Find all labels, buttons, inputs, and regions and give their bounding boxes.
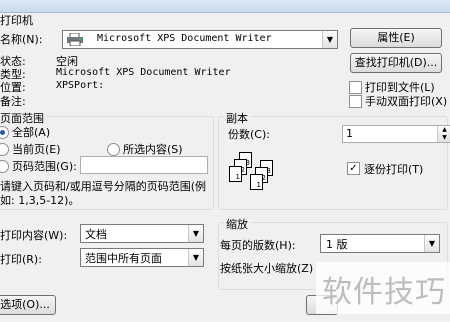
- page-numbers-label: 页码范围(G):: [12, 160, 77, 173]
- chevron-down-icon: ▼: [322, 31, 337, 48]
- chevron-down-icon: ▼: [424, 235, 439, 252]
- properties-button[interactable]: 属性(E): [350, 28, 442, 48]
- pages-per-sheet-select[interactable]: 1 版 ▼: [320, 234, 440, 253]
- printer-icon: [67, 32, 83, 47]
- printer-section-title: 打印机: [0, 14, 33, 27]
- collate-pages-icon: 3 2 1 3 2 1: [229, 152, 273, 194]
- find-printer-button[interactable]: 查找打印机(D)...: [350, 53, 442, 73]
- comment-label: 备注:: [0, 95, 26, 108]
- scale-to-paper-label: 按纸张大小缩放(Z): [220, 262, 314, 275]
- chevron-down-icon: ▼: [188, 249, 203, 266]
- print-label: 打印(R):: [0, 253, 42, 266]
- print-what-label: 打印内容(W):: [0, 229, 68, 242]
- title-bar: [0, 0, 450, 13]
- page-range-hint-line2: 如: 1,3,5-12)。: [0, 194, 80, 207]
- selection-label: 所选内容(S): [123, 143, 183, 156]
- pages-per-sheet-label: 每页的版数(H):: [220, 239, 296, 252]
- printer-name-label: 名称(N):: [0, 33, 43, 46]
- collate-label: 逐份打印(T): [364, 163, 424, 176]
- pages-per-sheet-value: 1 版: [326, 238, 348, 251]
- print-what-select[interactable]: 文档 ▼: [80, 224, 204, 243]
- copies-count-label: 份数(C):: [228, 128, 270, 141]
- print-select[interactable]: 范围中所有页面 ▼: [80, 248, 204, 267]
- all-pages-label: 全部(A): [12, 126, 51, 139]
- zoom-title: 缩放: [224, 216, 250, 232]
- chevron-down-icon: ▼: [188, 225, 203, 242]
- collate-checkbox[interactable]: ✓: [347, 162, 360, 175]
- selection-radio[interactable]: [107, 143, 120, 156]
- current-page-label: 当前页(E): [12, 143, 61, 156]
- print-what-value: 文档: [85, 228, 107, 241]
- manual-duplex-checkbox[interactable]: [349, 95, 362, 108]
- copies-count-input[interactable]: 1 ▲ ▼: [342, 125, 450, 143]
- selected-printer-text: Microsoft XPS Document Writer: [97, 33, 272, 44]
- spinner-arrows-icon[interactable]: ▲ ▼: [437, 126, 450, 142]
- options-button[interactable]: 选项(O)...: [0, 295, 56, 315]
- print-value: 范围中所有页面: [85, 252, 162, 265]
- print-to-file-checkbox[interactable]: [349, 81, 362, 94]
- page-numbers-input[interactable]: [80, 156, 208, 174]
- copies-title: 副本: [224, 110, 250, 126]
- where-value: XPSPort:: [56, 80, 105, 91]
- manual-duplex-label: 手动双面打印(X): [365, 95, 448, 108]
- type-value: Microsoft XPS Document Writer: [56, 67, 231, 78]
- watermark-text: 软件技巧: [322, 275, 446, 310]
- copies-count-value: 1: [346, 127, 353, 140]
- printer-select[interactable]: Microsoft XPS Document Writer ▼: [62, 30, 338, 49]
